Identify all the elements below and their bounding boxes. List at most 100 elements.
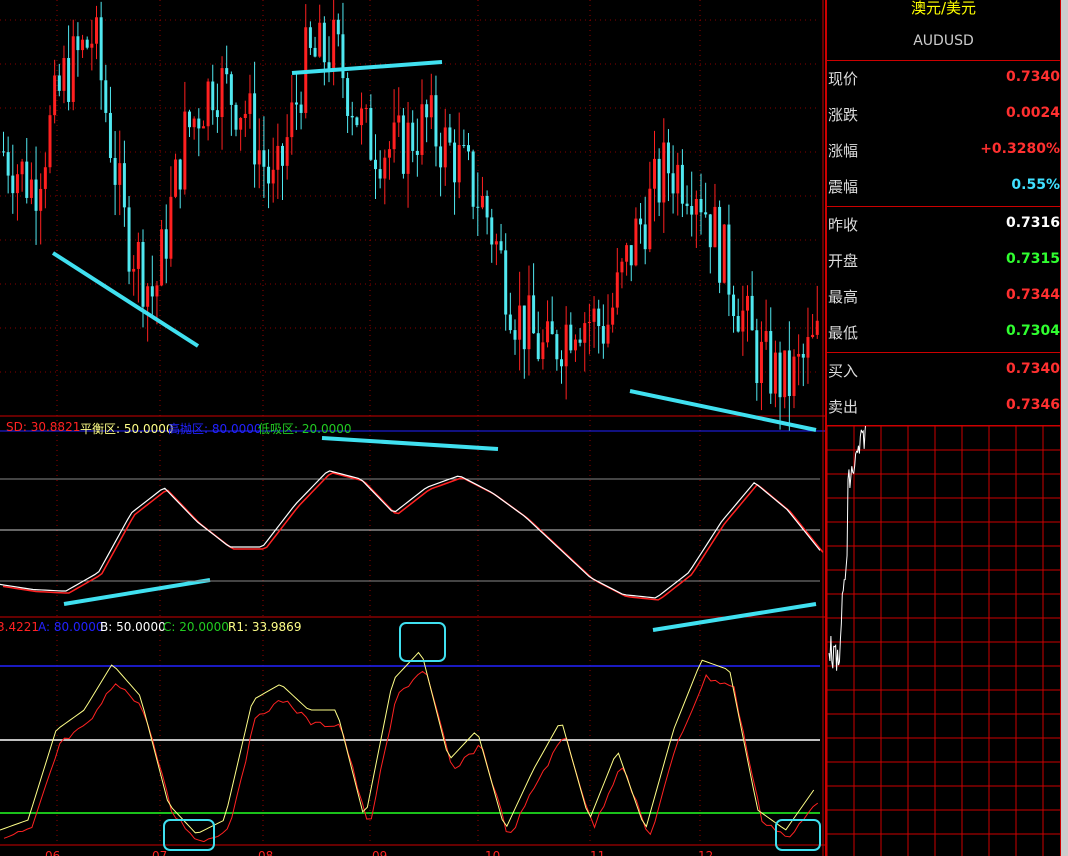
candle-body — [229, 74, 233, 105]
candle-body — [118, 163, 122, 185]
instrument-title: 澳元/美元 — [910, 0, 977, 17]
tick-line — [828, 426, 866, 671]
candle-body — [299, 104, 303, 113]
quote-panel: 澳元/美元 AUDUSD 现价 0.7340 涨跌 0.0024 涨幅 +0.3280% 震… — [825, 0, 1062, 856]
candle-body — [666, 142, 670, 174]
candle-body — [662, 142, 666, 203]
quote-label: 昨收 — [828, 216, 859, 234]
candle-body — [81, 39, 85, 51]
candle-body — [29, 179, 33, 198]
c-label: C: 20.0000 — [163, 620, 229, 634]
candle-body — [425, 104, 429, 118]
candle-body — [132, 268, 136, 272]
candle-body — [411, 122, 415, 151]
trend-line — [629, 389, 817, 432]
candle-body — [11, 175, 15, 194]
quote-row: 开盘 0.7315 — [827, 242, 1060, 278]
candle-body — [467, 145, 470, 152]
candle-body — [536, 333, 540, 360]
quote-row: 涨幅 +0.3280% — [827, 132, 1060, 168]
candle-body — [597, 308, 601, 327]
candle-body — [397, 115, 401, 123]
candle-body — [318, 22, 322, 57]
candle-body — [43, 167, 47, 189]
candle-body — [150, 286, 154, 297]
trend-line — [321, 436, 499, 451]
quote-row: 最高 0.7344 — [827, 278, 1060, 314]
candle-body — [225, 68, 229, 75]
candle-body — [25, 161, 29, 198]
candle-body — [704, 212, 708, 215]
candle-body — [99, 17, 103, 81]
candle-body — [281, 145, 284, 166]
candle-body — [462, 145, 466, 147]
candle-body — [355, 117, 359, 126]
candle-body — [769, 331, 773, 394]
candle-body — [643, 224, 647, 250]
candle-body — [211, 81, 215, 111]
candle-body — [201, 126, 205, 129]
highlight-box — [399, 622, 446, 662]
candle-body — [741, 310, 745, 332]
candle-body — [634, 218, 638, 266]
candle-body — [104, 80, 108, 113]
quote-label: 买入 — [828, 362, 859, 380]
candle-body — [578, 339, 582, 343]
candle-body — [392, 122, 396, 150]
candle-body — [341, 34, 345, 79]
candle-body — [476, 206, 480, 208]
candle-body — [95, 17, 98, 44]
divider — [827, 60, 1060, 61]
candle-body — [680, 164, 684, 204]
candle-body — [234, 104, 238, 130]
candle-body — [555, 334, 559, 360]
candle-body — [267, 166, 271, 184]
quote-label: 涨幅 — [828, 142, 859, 160]
candle-body — [401, 115, 405, 174]
quote-row: 涨跌 0.0024 — [827, 96, 1060, 132]
candle-body — [346, 78, 350, 116]
candle-body — [434, 95, 438, 147]
candle-body — [671, 173, 675, 194]
candle-body — [85, 39, 89, 48]
candle-body — [15, 174, 19, 194]
x-tick-label: 11 — [590, 849, 605, 856]
candle-body — [787, 350, 791, 397]
high-zone-label: 高抛区: 80.0000 — [168, 422, 262, 436]
candle-body — [713, 206, 717, 248]
quote-row: 卖出 0.7346 — [827, 388, 1060, 424]
candle-body — [639, 218, 643, 225]
candle-body — [773, 352, 777, 394]
k-line — [0, 651, 815, 834]
b-label: B: 50.0000 — [100, 620, 166, 634]
candle-body — [615, 272, 619, 308]
candle-body — [313, 47, 317, 57]
a-label: A: 80.0000 — [38, 620, 104, 634]
candle-body — [53, 75, 57, 116]
x-tick-label: 12 — [698, 849, 713, 856]
candle-body — [336, 19, 340, 35]
candle-body — [122, 163, 126, 208]
candle-body — [573, 339, 577, 351]
candle-body — [629, 245, 633, 266]
candle-body — [332, 19, 336, 72]
candle-body — [694, 198, 698, 215]
candle-body — [197, 118, 201, 129]
candle-body — [406, 122, 410, 174]
quote-value: 0.7304 — [1005, 323, 1060, 339]
candle-body — [569, 324, 573, 351]
candle-body — [592, 308, 596, 322]
candle-body — [169, 196, 173, 259]
scrollbar[interactable] — [1061, 0, 1068, 856]
candle-body — [48, 115, 52, 168]
candle-body — [108, 112, 112, 158]
candle-body — [685, 203, 689, 207]
quote-value: 0.7315 — [1005, 251, 1060, 267]
candle-body — [750, 295, 754, 331]
candle-body — [285, 137, 289, 166]
candle-body — [57, 75, 61, 91]
quote-value: 0.7346 — [1005, 397, 1060, 413]
sd-label: SD: 30.8821 — [6, 420, 81, 434]
candle-body — [322, 22, 326, 63]
candle-body — [383, 157, 387, 179]
